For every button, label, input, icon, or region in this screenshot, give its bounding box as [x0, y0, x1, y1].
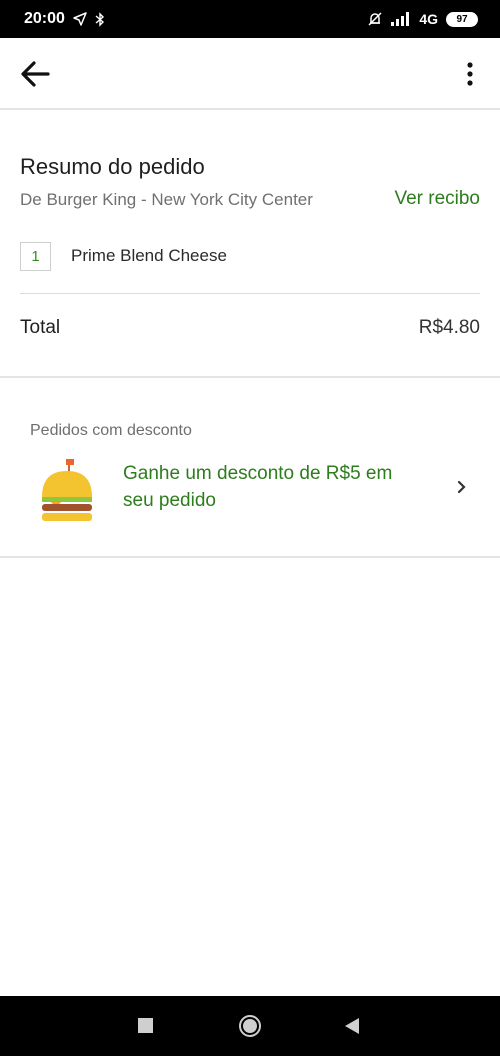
order-summary-section: Resumo do pedido De Burger King - New Yo… — [0, 112, 500, 378]
recents-square-icon[interactable] — [138, 1018, 153, 1033]
summary-title: Resumo do pedido — [20, 154, 205, 179]
view-receipt-link[interactable]: Ver recibo — [394, 188, 480, 210]
signal-icon — [391, 12, 410, 26]
item-name: Prime Blend Cheese — [71, 246, 227, 265]
status-time: 20:00 — [24, 10, 65, 27]
app-bar — [0, 38, 500, 110]
status-bar: 20:00 4G 97 — [0, 0, 500, 38]
burger-icon — [42, 459, 92, 521]
back-button[interactable] — [18, 58, 52, 90]
battery-level: 97 — [456, 13, 468, 25]
bluetooth-icon — [95, 11, 104, 27]
divider — [20, 293, 480, 294]
discount-offer-text: Ganhe um desconto de R$5 em seu pedido — [123, 463, 393, 511]
more-vertical-icon — [467, 62, 473, 86]
network-label: 4G — [419, 11, 438, 27]
arrow-left-icon — [21, 61, 50, 87]
status-right: 4G 97 — [367, 11, 478, 27]
navigation-icon — [73, 12, 87, 26]
discount-section: Pedidos com desconto Ganhe um desconto d… — [0, 378, 500, 558]
item-quantity: 1 — [31, 248, 40, 265]
system-nav-bar — [0, 996, 500, 1056]
discount-offer-row[interactable]: Ganhe um desconto de R$5 em seu pedido — [0, 454, 500, 524]
more-options-button[interactable] — [460, 60, 480, 88]
battery-icon: 97 — [446, 11, 478, 27]
back-triangle-icon[interactable] — [344, 1017, 360, 1035]
total-value: R$4.80 — [418, 317, 480, 338]
restaurant-name: De Burger King - New York City Center — [20, 190, 313, 209]
discount-header: Pedidos com desconto — [30, 422, 192, 439]
total-label: Total — [20, 317, 61, 338]
home-circle-icon[interactable] — [238, 1014, 262, 1038]
alarm-off-icon — [368, 12, 382, 26]
item-quantity-badge: 1 — [20, 242, 51, 271]
status-left: 20:00 — [24, 10, 105, 28]
chevron-right-icon — [457, 480, 466, 494]
